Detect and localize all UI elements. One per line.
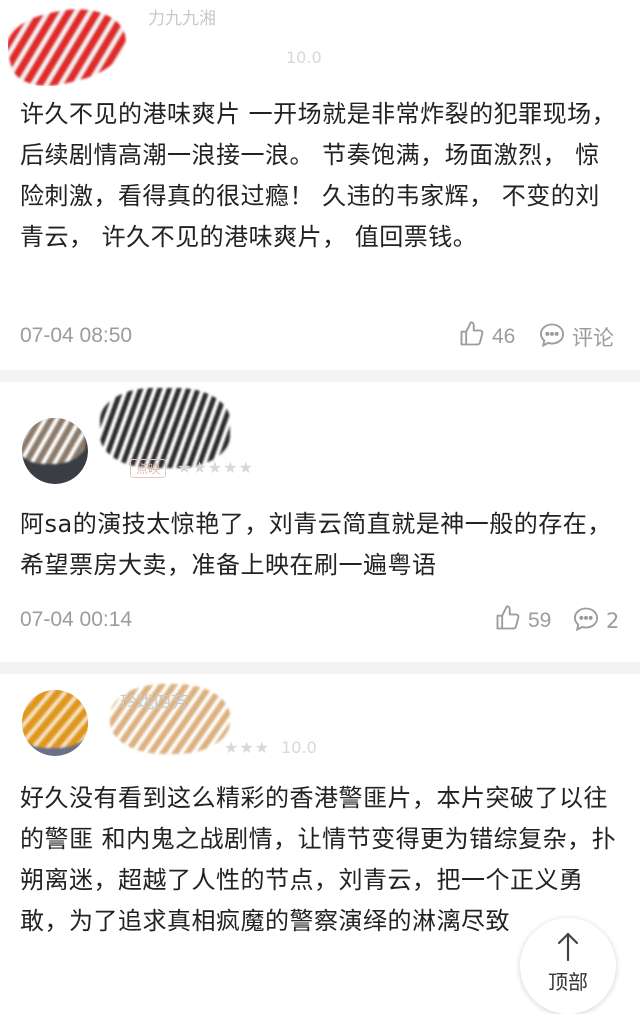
username-scribble — [100, 388, 230, 468]
rating-score: 10.0 — [281, 738, 317, 757]
preview-badge: 点映 — [130, 459, 167, 478]
back-to-top-button[interactable]: 顶部 — [520, 918, 616, 1014]
like-count: 46 — [492, 325, 516, 348]
avatar[interactable] — [22, 690, 88, 756]
comment-text: 许久不见的港味爽片 一开场就是非常炸裂的犯罪现场， 后续剧情高潮一浪接一浪。 节… — [20, 100, 617, 251]
thumbs-up-icon — [494, 604, 528, 638]
comment-header: 点映 ★★★★★ — [0, 382, 640, 492]
comment-text: 好久没有看到这么精彩的香港警匪片，本片突破了以往的警匪 和内鬼之战剧情，让情节变… — [20, 784, 617, 935]
thumbs-up-icon — [458, 320, 492, 354]
comment-count: 2 — [606, 609, 620, 633]
comment-header: 力九九湘 10.0 — [0, 0, 640, 90]
comment-header: 玲珑四芳 ★★★ 10.0 — [0, 674, 640, 778]
avatar[interactable] — [22, 418, 88, 484]
avatar[interactable] — [8, 2, 128, 86]
rating-row: ★★★ 10.0 — [224, 738, 317, 757]
timestamp: 07-04 00:14 — [20, 608, 133, 631]
username[interactable]: 力九九湘 — [148, 4, 216, 29]
divider — [0, 370, 640, 382]
comment-card-2: 点映 ★★★★★ 阿sa的演技太惊艳了，刘青云简直就是神一般的存在，希望票房大卖… — [0, 382, 640, 662]
comment-text: 阿sa的演技太惊艳了，刘青云简直就是神一般的存在，希望票房大卖，准备上映在刷一遍… — [20, 510, 612, 579]
like-count: 59 — [528, 609, 552, 632]
timestamp: 07-04 08:50 — [20, 324, 133, 347]
comment-label: 评论 — [572, 326, 614, 350]
divider — [0, 662, 640, 674]
rating-score: 10.0 — [286, 48, 322, 67]
comment-meta: 07-04 08:50 46 评论 — [0, 318, 640, 358]
rating-row: 点映 ★★★★★ — [130, 458, 254, 478]
comment-meta: 07-04 00:14 59 2 — [0, 602, 640, 642]
comment-button[interactable]: 评论 — [538, 320, 614, 354]
arrow-up-icon — [556, 932, 580, 966]
like-button[interactable]: 59 — [494, 604, 551, 638]
comment-card-1: 力九九湘 10.0 许久不见的港味爽片 一开场就是非常炸裂的犯罪现场， 后续剧情… — [0, 0, 640, 368]
rating-stars: ★★★ — [224, 738, 271, 757]
back-to-top-label: 顶部 — [548, 970, 588, 994]
comment-button[interactable]: 2 — [572, 604, 619, 638]
comment-bubble-icon — [572, 605, 606, 638]
username[interactable]: 玲珑四芳 — [120, 688, 188, 713]
like-button[interactable]: 46 — [458, 320, 515, 354]
comment-bubble-icon — [538, 321, 572, 354]
rating-stars: ★★★★★ — [177, 458, 254, 477]
